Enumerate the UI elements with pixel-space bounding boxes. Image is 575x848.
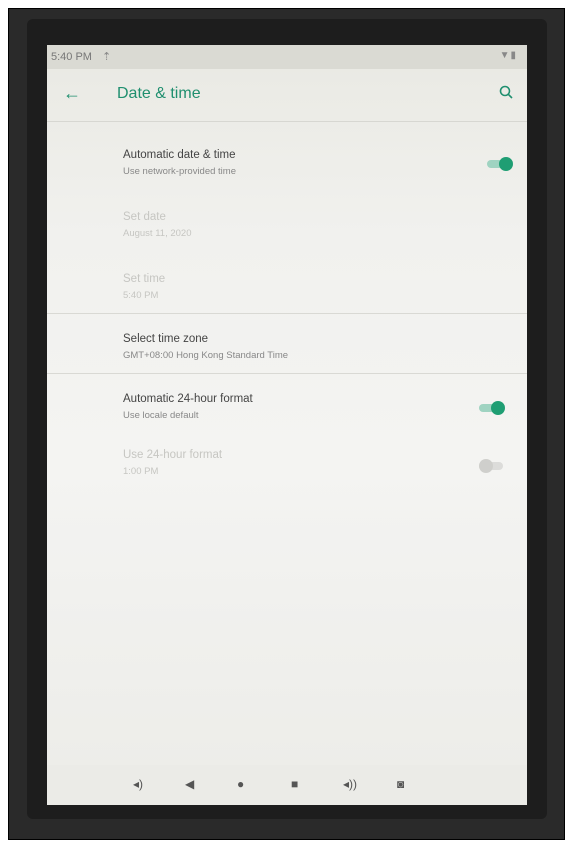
setting-automatic-date-time[interactable]: Automatic date & time Use network-provid… <box>47 145 527 195</box>
navigation-bar: ◂) ◀ ● ■ ◂)) ◙ <box>47 765 527 805</box>
upload-icon: ⇡ <box>102 51 112 63</box>
setting-subtitle: Use locale default <box>123 410 199 421</box>
photo-frame: 5:40 PM ⇡ ▼▮ ← Date & time Automatic dat… <box>8 8 565 840</box>
home-icon[interactable]: ● <box>237 777 244 791</box>
volume-up-icon[interactable]: ◂)) <box>343 777 357 791</box>
setting-automatic-24-hour-format[interactable]: Automatic 24-hour format Use locale defa… <box>47 389 527 439</box>
back-arrow-icon[interactable]: ← <box>63 83 81 104</box>
device-screen: 5:40 PM ⇡ ▼▮ ← Date & time Automatic dat… <box>47 45 527 805</box>
app-bar: ← Date & time <box>47 69 527 122</box>
setting-select-time-zone[interactable]: Select time zone GMT+08:00 Hong Kong Sta… <box>47 329 527 379</box>
setting-set-time[interactable]: Set time 5:40 PM <box>47 269 527 319</box>
setting-subtitle: 5:40 PM <box>123 290 159 301</box>
setting-subtitle: August 11, 2020 <box>123 228 192 239</box>
setting-subtitle: GMT+08:00 Hong Kong Standard Time <box>123 350 289 361</box>
setting-subtitle: 1:00 PM <box>123 466 159 477</box>
camera-icon[interactable]: ◙ <box>397 777 404 791</box>
toggle-thumb <box>491 401 505 415</box>
setting-label: Select time zone <box>123 333 209 345</box>
setting-subtitle: Use network-provided time <box>123 166 236 177</box>
status-time: 5:40 PM <box>51 51 92 63</box>
toggle-thumb <box>499 157 513 171</box>
wifi-battery-icons: ▼▮ <box>499 50 517 61</box>
setting-label: Use 24-hour format <box>123 449 223 461</box>
divider <box>47 313 527 314</box>
volume-down-icon[interactable]: ◂) <box>133 777 143 791</box>
automatic-date-time-toggle[interactable] <box>487 157 515 171</box>
back-icon[interactable]: ◀ <box>185 777 194 791</box>
search-icon[interactable] <box>497 83 517 103</box>
status-bar: 5:40 PM ⇡ ▼▮ <box>47 45 527 69</box>
toggle-thumb <box>479 459 493 473</box>
use-24-hour-toggle[interactable] <box>479 459 507 473</box>
page-title: Date & time <box>117 85 201 102</box>
divider <box>47 373 527 374</box>
setting-label: Automatic date & time <box>123 149 236 161</box>
setting-label: Set time <box>123 273 166 285</box>
setting-label: Set date <box>123 211 166 223</box>
recents-icon[interactable]: ■ <box>291 777 298 791</box>
automatic-24-hour-toggle[interactable] <box>479 401 507 415</box>
setting-use-24-hour-format[interactable]: Use 24-hour format 1:00 PM <box>47 445 527 495</box>
setting-set-date[interactable]: Set date August 11, 2020 <box>47 207 527 257</box>
setting-label: Automatic 24-hour format <box>123 393 253 405</box>
